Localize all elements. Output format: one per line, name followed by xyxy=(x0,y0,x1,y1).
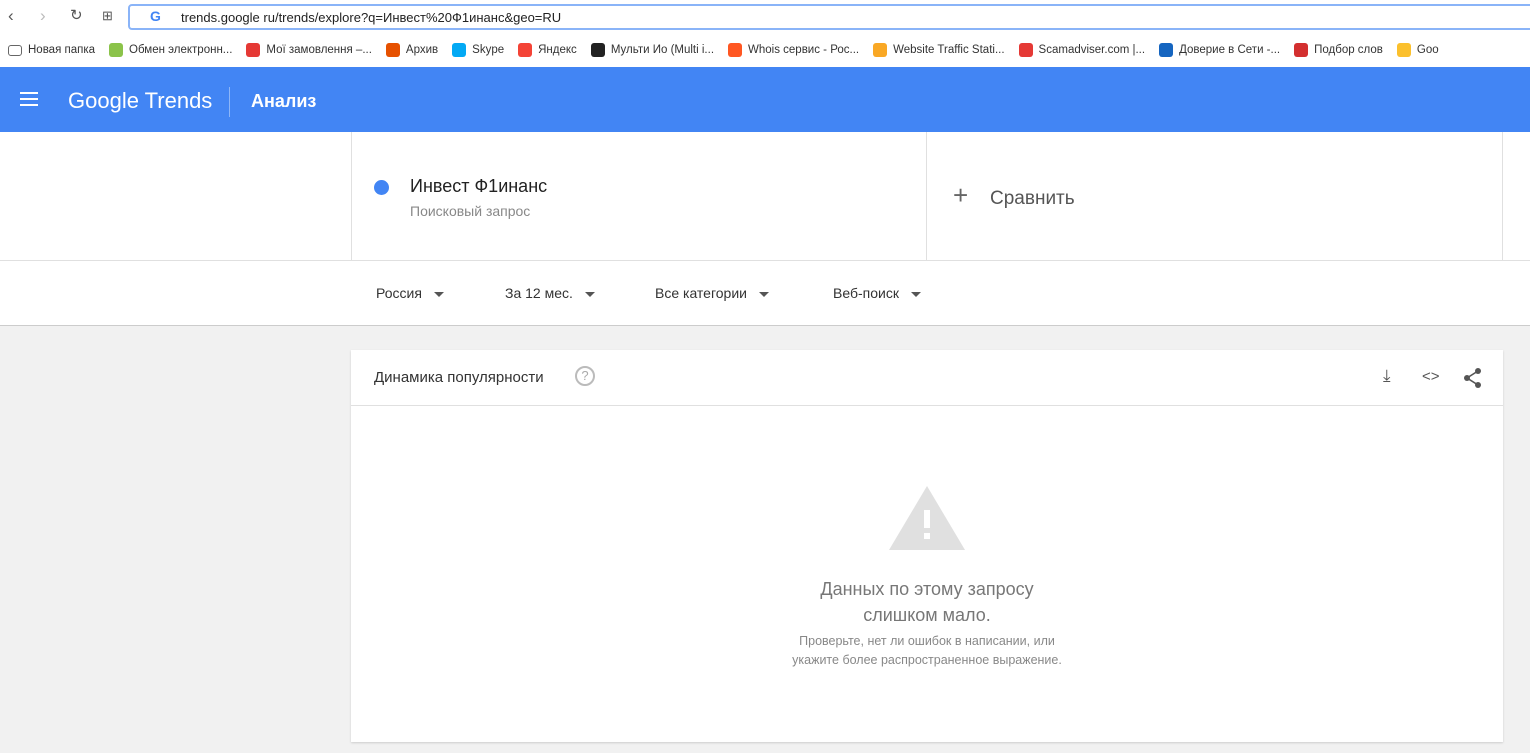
bookmark-icon xyxy=(8,44,22,56)
term-type: Поисковый запрос xyxy=(410,203,531,219)
filter-time[interactable]: За 12 мес. xyxy=(505,285,595,301)
embed-icon[interactable]: <> xyxy=(1422,368,1440,385)
term-name[interactable]: Инвест Ф1инанс xyxy=(410,176,547,197)
bookmark-icon xyxy=(1396,43,1411,57)
help-icon[interactable]: ? xyxy=(575,366,595,386)
filters-bar: Россия За 12 мес. Все категории Веб-поис… xyxy=(0,260,1530,326)
bookmark-label: Обмен электронн... xyxy=(129,44,233,56)
bookmark-item[interactable]: Новая папка xyxy=(8,44,95,56)
bookmark-icon xyxy=(590,43,605,57)
logo[interactable]: Google Trends xyxy=(68,88,212,114)
reload-icon[interactable]: ↻ xyxy=(70,6,83,24)
bookmark-label: Яндекс xyxy=(538,44,577,56)
bookmark-item[interactable]: Подбор слов xyxy=(1294,43,1383,57)
bookmark-icon xyxy=(109,43,124,57)
bookmark-item[interactable]: Архив xyxy=(385,43,439,57)
bookmark-label: Goo xyxy=(1416,44,1439,56)
url-text[interactable]: trends.google ru/trends/explore?q=Инвест… xyxy=(181,10,561,25)
filter-region[interactable]: Россия xyxy=(376,285,444,301)
filter-search-type[interactable]: Веб-поиск xyxy=(833,285,921,301)
bookmark-icon xyxy=(873,43,888,57)
download-icon[interactable]: ⤓ xyxy=(1383,366,1391,386)
bookmark-item[interactable]: Мої замовлення –... xyxy=(246,43,372,57)
bookmark-item[interactable]: Whois сервис - Рос... xyxy=(728,43,859,57)
menu-icon[interactable] xyxy=(20,92,38,110)
browser-toolbar: ‹ › ↻ ⊞ G trends.google ru/trends/explor… xyxy=(0,0,1530,33)
interest-over-time-card: Динамика популярности ? ⤓ <> Данных по э… xyxy=(351,350,1503,742)
no-data-message: Данных по этому запросу xyxy=(820,579,1034,599)
app-header: Google Trends Анализ xyxy=(0,67,1530,132)
terms-bar: Инвест Ф1инанс Поисковый запрос + Сравни… xyxy=(0,132,1530,260)
bookmark-icon xyxy=(1018,43,1033,57)
term-color-dot xyxy=(374,180,389,195)
bookmark-item[interactable]: Обмен электронн... xyxy=(109,43,232,57)
bookmark-label: Подбор слов xyxy=(1314,44,1383,56)
bookmark-item[interactable]: Goo xyxy=(1396,43,1439,57)
hint-text: Проверьте, нет ли ошибок в написании, ил… xyxy=(799,634,1055,648)
bookmark-icon xyxy=(1294,43,1309,57)
compare-label: Сравнить xyxy=(990,188,1075,209)
search-term-card[interactable]: Инвест Ф1инанс Поисковый запрос xyxy=(351,132,927,260)
bookmark-icon xyxy=(385,43,400,57)
bookmark-icon xyxy=(246,43,261,57)
bookmark-item[interactable]: Skype xyxy=(452,43,504,57)
google-icon: G xyxy=(150,8,161,24)
bookmark-label: Scamadviser.com |... xyxy=(1038,44,1146,56)
bookmark-item[interactable]: Яндекс xyxy=(518,43,577,57)
bookmark-icon xyxy=(452,43,467,57)
bookmark-item[interactable]: Доверие в Сети -... xyxy=(1159,43,1280,57)
bookmark-icon xyxy=(518,43,533,57)
bookmark-item[interactable]: Scamadviser.com |... xyxy=(1018,43,1146,57)
bookmark-label: Новая папка xyxy=(28,44,96,56)
no-data-message-2: слишком мало. xyxy=(863,605,991,625)
address-bar[interactable]: G trends.google ru/trends/explore?q=Инве… xyxy=(128,4,1530,30)
bookmark-label: Skype xyxy=(472,44,505,56)
bookmark-label: Whois сервис - Рос... xyxy=(748,44,860,56)
hint-text-2: укажите более распространенное выражение… xyxy=(792,653,1062,667)
bookmark-icon xyxy=(728,43,743,57)
bookmark-label: Мої замовлення –... xyxy=(266,44,372,56)
share-icon[interactable] xyxy=(1463,368,1483,388)
bookmark-item[interactable]: Мульти Ио (Multi i... xyxy=(590,43,715,57)
bookmark-label: Доверие в Сети -... xyxy=(1179,44,1281,56)
bookmarks-bar: Новая папка Обмен электронн... Мої замовле… xyxy=(0,33,1530,67)
forward-icon[interactable]: › xyxy=(40,6,46,26)
bookmark-label: Website Traffic Stati... xyxy=(893,44,1005,56)
bookmark-item[interactable]: Website Traffic Stati... xyxy=(873,43,1005,57)
bookmark-icon xyxy=(1159,43,1174,57)
bookmark-label: Мульти Ио (Multi i... xyxy=(610,44,715,56)
page-title: Анализ xyxy=(251,91,317,111)
card-title: Динамика популярности xyxy=(374,369,544,386)
apps-icon[interactable]: ⊞ xyxy=(102,8,113,24)
bookmark-label: Архив xyxy=(405,44,439,56)
filter-category[interactable]: Все категории xyxy=(655,285,769,301)
plus-icon: + xyxy=(953,180,969,210)
divider xyxy=(229,87,230,117)
compare-button[interactable]: + Сравнить xyxy=(927,132,1503,260)
warning-icon xyxy=(889,486,965,550)
back-icon[interactable]: ‹ xyxy=(8,6,14,26)
